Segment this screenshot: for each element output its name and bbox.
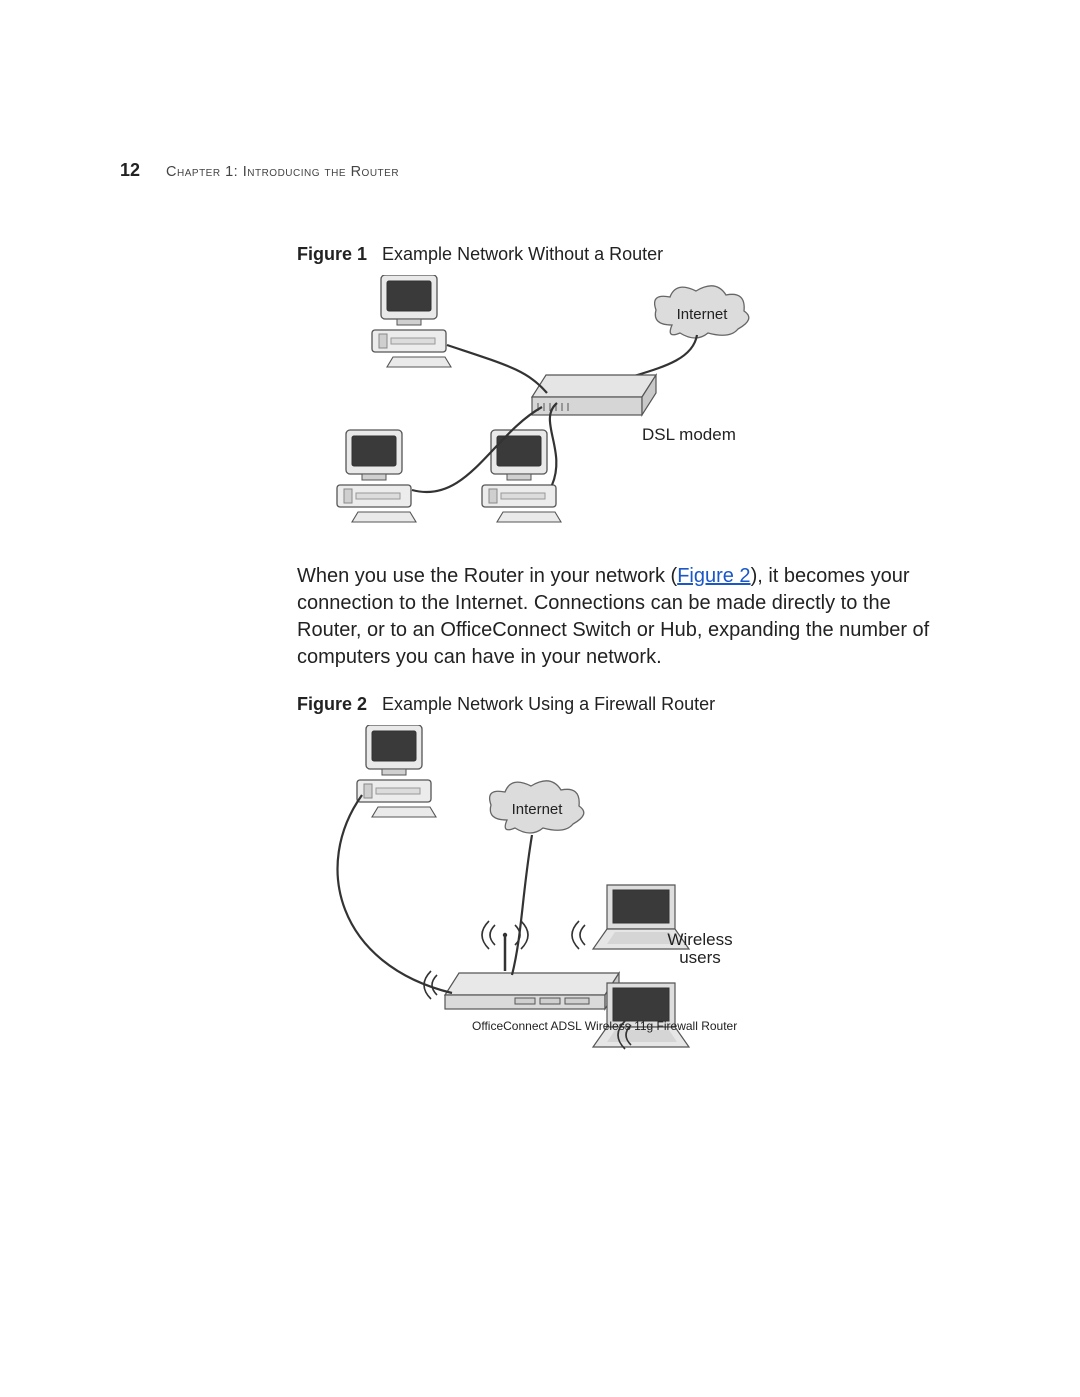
- figure2-link[interactable]: Figure 2: [677, 565, 750, 587]
- middle-paragraph: When you use the Router in your network …: [297, 563, 932, 671]
- fig1-internet-label: Internet: [677, 306, 729, 323]
- fig2-router-name: OfficeConnect ADSL Wireless 11g Firewall…: [472, 1019, 737, 1033]
- figure1-svg: Internet DSL modem: [297, 275, 932, 545]
- page-number: 12: [120, 160, 140, 181]
- wireless-signal-laptop1: [572, 921, 585, 949]
- figure1-caption: Figure 1 Example Network Without a Route…: [297, 244, 932, 265]
- document-page: 12 Chapter 1: Introducing the Router Fig…: [0, 0, 1080, 1397]
- fig2-internet-label: Internet: [512, 801, 564, 818]
- figure2-caption: Figure 2 Example Network Using a Firewal…: [297, 694, 932, 715]
- figure1-caption-text: Example Network Without a Router: [382, 244, 663, 264]
- figure1-diagram: Internet DSL modem: [297, 275, 932, 545]
- fig1-dslmodem-label: DSL modem: [642, 425, 736, 444]
- figure1-number-label: Figure 1: [297, 244, 367, 264]
- chapter-title: Chapter 1: Introducing the Router: [166, 164, 399, 180]
- running-header: 12 Chapter 1: Introducing the Router: [120, 160, 399, 181]
- fig2-wireless-label-line2: users: [679, 948, 721, 967]
- para-text-1: When you use the Router in your network …: [297, 565, 677, 587]
- figure2-number-label: Figure 2: [297, 694, 367, 714]
- figure2-caption-text: Example Network Using a Firewall Router: [382, 694, 715, 714]
- figure2-diagram: Internet: [297, 725, 932, 1065]
- figure2-svg: Internet: [297, 725, 932, 1065]
- fig2-wireless-label-line1: Wireless: [667, 930, 732, 949]
